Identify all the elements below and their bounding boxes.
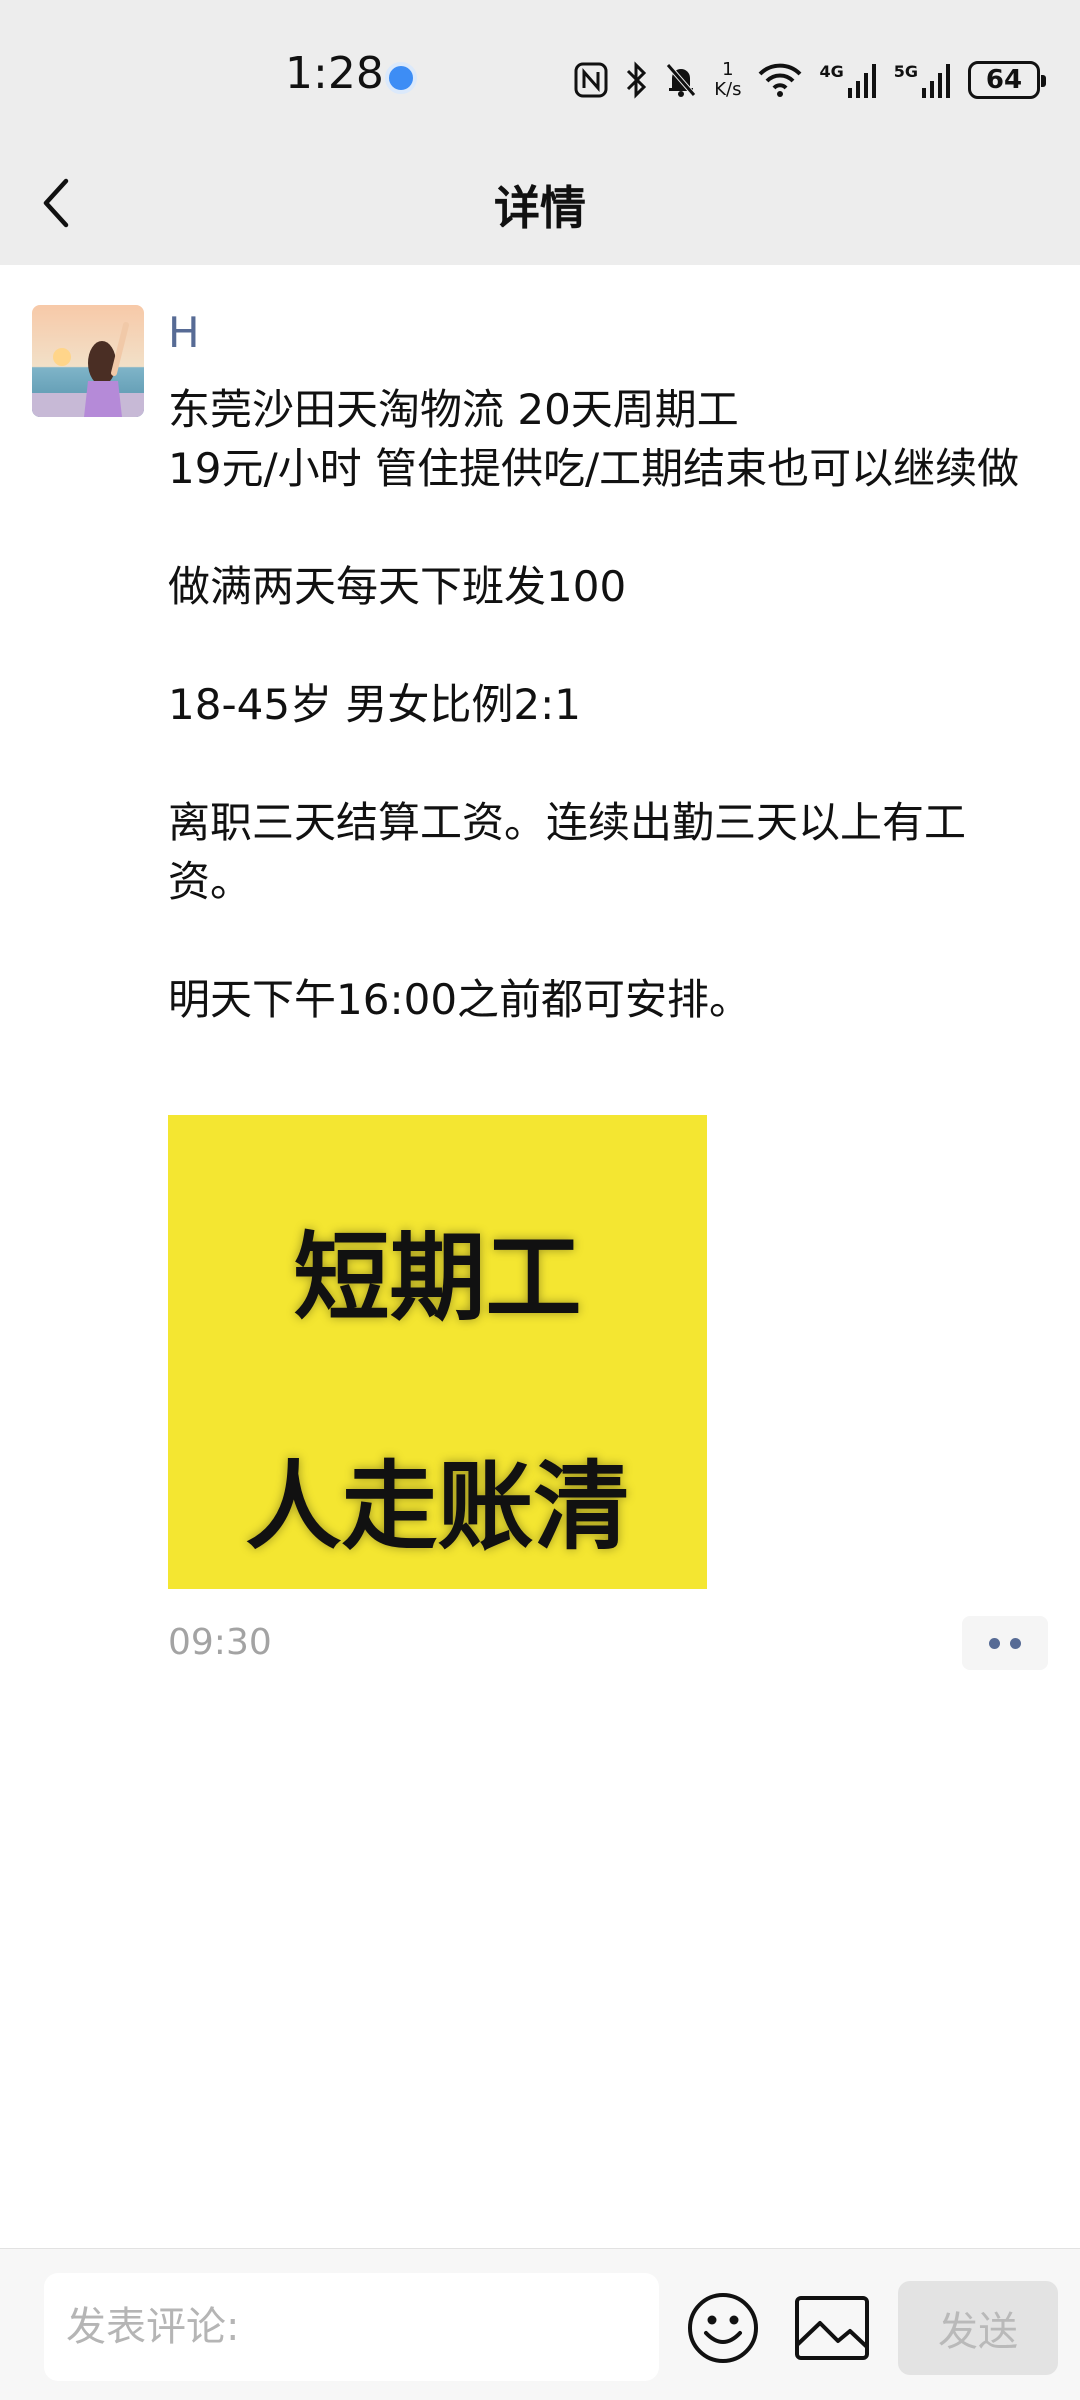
network-speed-unit: K/s (714, 79, 742, 100)
signal-4g: 4G (819, 62, 877, 98)
post-line: 做满两天每天下班发100 (168, 562, 627, 611)
post-line-blank (168, 616, 1048, 675)
post-body: 东莞沙田天淘物流 20天周期工 19元/小时 管住提供吃/工期结束也可以继续做 … (168, 380, 1048, 1029)
avatar[interactable] (32, 305, 144, 417)
signal-5g-label: 5G (893, 62, 918, 81)
post-line: 东莞沙田天淘物流 20天周期工 (168, 385, 739, 434)
more-dots-icon (989, 1637, 1000, 1649)
battery-indicator: 64 (968, 61, 1046, 99)
emoji-button[interactable] (686, 2291, 760, 2365)
post-timestamp: 09:30 (168, 1622, 272, 1663)
status-bar: 1:28 1 K/s 4G 5G 64 (0, 0, 1080, 140)
post-line: 18-45岁 男女比例2:1 (168, 680, 581, 729)
wifi-icon (759, 63, 802, 97)
signal-bars-icon (922, 64, 950, 98)
post-line: 19元/小时 管住提供吃/工期结束也可以继续做 (168, 444, 1020, 493)
bluetooth-icon (627, 61, 647, 99)
battery-level: 64 (985, 65, 1023, 95)
comment-bar: 发送 (0, 2248, 1080, 2400)
image-icon (795, 2296, 869, 2360)
status-icons: 1 K/s 4G 5G 64 (574, 50, 1046, 110)
status-time: 1:28 (285, 48, 384, 99)
page-title: 详情 (494, 181, 586, 235)
signal-5g: 5G (894, 62, 952, 98)
author-name[interactable]: H (168, 308, 200, 357)
nfc-icon (574, 62, 608, 98)
image-text-line2: 人走账清 (245, 1451, 630, 1563)
more-dots-icon (1010, 1637, 1021, 1649)
post-image[interactable]: 短期工 人走账清 (168, 1115, 707, 1589)
network-speed-value: 1 (722, 59, 734, 80)
comment-input[interactable] (44, 2273, 659, 2381)
signal-4g-label: 4G (819, 62, 844, 81)
send-button[interactable]: 发送 (898, 2281, 1058, 2375)
image-text-line1: 短期工 (293, 1222, 582, 1334)
app-notification-icon (385, 62, 417, 94)
post-line: 明天下午16:00之前都可安排。 (168, 975, 752, 1024)
network-speed: 1 K/s (714, 60, 741, 100)
image-picker-button[interactable] (794, 2295, 870, 2361)
smiley-icon (688, 2293, 758, 2363)
nav-bar: 详情 (0, 140, 1080, 265)
post-line-blank (168, 911, 1048, 970)
more-options-button[interactable] (962, 1616, 1048, 1670)
mute-bell-icon (666, 63, 697, 97)
signal-bars-icon (847, 64, 876, 98)
post-line: 离职三天结算工资。连续出勤三天以上有工资。 (168, 798, 967, 906)
post-line-blank (168, 498, 1048, 557)
avatar-image (32, 305, 144, 417)
post-line-blank (168, 734, 1048, 793)
